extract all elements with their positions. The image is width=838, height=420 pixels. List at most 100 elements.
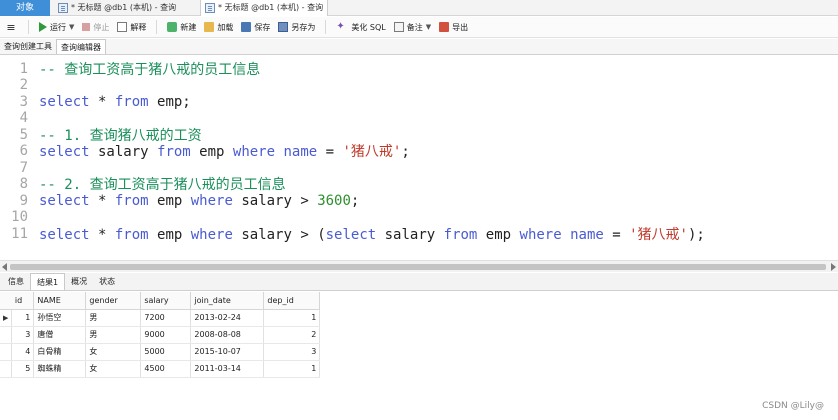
code-text: -- 查询工资高于猪八戒的员工信息 [39,59,260,79]
export-button[interactable]: 导出 [435,22,472,33]
save-button[interactable]: 保存 [237,22,274,33]
load-button[interactable]: 加载 [200,22,237,33]
cell-join-date[interactable]: 2008-08-08 [190,326,265,344]
line-number: 9 [19,192,28,209]
cell-id[interactable]: 5 [11,360,35,378]
code-text: select * from emp where salary > 3600; [39,193,359,209]
code-token: emp [148,192,191,209]
code-line[interactable]: 3 select * from emp; [0,93,838,110]
scrollbar-thumb[interactable] [10,264,826,270]
code-token: where [232,144,276,160]
beautify-sql-button[interactable]: ✦ 美化 SQL [332,22,389,33]
code-token: * [89,93,115,110]
column-header-id[interactable]: id [11,292,35,310]
cell-gender[interactable]: 男 [85,309,142,327]
scroll-left-icon[interactable] [2,263,7,271]
save-as-button[interactable]: 另存为 [274,22,319,33]
tab-status[interactable]: 状态 [93,273,121,290]
cell-join-date[interactable]: 2011-03-14 [190,360,265,378]
code-line[interactable]: 8 -- 2. 查询工资高于猪八戒的员工信息 [0,176,838,193]
tab-objects[interactable]: 对象 [0,0,50,16]
column-header-gender[interactable]: gender [85,292,142,310]
chevron-down-icon[interactable]: ▼ [69,23,74,31]
code-line[interactable]: 11 select * from emp where salary > (sele… [0,225,838,243]
code-token: from [114,93,149,110]
cell-join-date[interactable]: 2015-10-07 [190,343,265,361]
tab-query-2[interactable]: * 无标题 @db1 (本机) - 查询 [200,0,329,16]
explain-button[interactable]: 解释 [113,22,150,33]
cell-salary[interactable]: 7200 [140,309,192,327]
cell-id[interactable]: 4 [11,343,35,361]
comment-label: 备注 [406,22,423,32]
cell-dep-id[interactable]: 1 [263,309,321,327]
grid-header-row: id NAME gender salary join_date dep_id [0,292,321,310]
tab-query-1[interactable]: * 无标题 @db1 (本机) - 查询 [54,0,180,16]
query-toolbar: ≡ 运行 ▼ 停止 解释 新建 加载 保存 另存为 ✦ 美化 SQL 备注 ▼ … [0,17,838,38]
sql-editor[interactable]: 1 -- 查询工资高于猪八戒的员工信息 2 3 select * from emp; 4 5… [0,56,838,260]
cell-id[interactable]: 3 [11,326,35,344]
cell-id[interactable]: 1 [11,309,35,327]
cell-dep-id[interactable]: 3 [263,343,321,361]
chevron-down-icon[interactable]: ▼ [426,23,431,31]
save-as-label: 另存为 [291,22,316,32]
code-line[interactable]: 6 select salary from emp where name = '猪八… [0,143,838,160]
cell-salary[interactable]: 9000 [140,326,192,344]
column-header-name[interactable]: NAME [33,292,87,310]
toolbar-divider [28,20,29,34]
tab-query-builder[interactable]: 查询创建工具 [0,39,56,54]
code-token: = [603,226,630,243]
row-indicator [0,343,13,361]
tab-query-editor[interactable]: 查询编辑器 [56,39,106,54]
cell-name[interactable]: 唐僧 [33,326,87,344]
row-indicator [0,360,13,378]
code-line[interactable]: 9 select * from emp where salary > 3600; [0,192,838,209]
table-row[interactable]: ▶ 1 孙悟空 男 7200 2013-02-24 1 [0,309,321,327]
cell-salary[interactable]: 4500 [140,360,192,378]
comment-icon [393,22,404,32]
table-row[interactable]: 4 白骨精 女 5000 2015-10-07 3 [0,343,321,361]
result-grid: id NAME gender salary join_date dep_id ▶… [0,292,838,420]
code-token: where [190,192,233,209]
run-button[interactable]: 运行 ▼ [35,22,78,33]
cell-join-date[interactable]: 2013-02-24 [190,309,265,327]
result-tabs: 信息 结果1 概况 状态 [0,273,838,291]
cell-dep-id[interactable]: 1 [263,360,321,378]
tab-overview[interactable]: 概况 [65,273,93,290]
cell-salary[interactable]: 5000 [140,343,192,361]
column-header-salary[interactable]: salary [140,292,192,310]
code-token: 3600 [317,192,351,209]
magic-wand-icon: ✦ [336,21,345,32]
tab-info[interactable]: 信息 [2,273,30,290]
editor-horizontal-scrollbar[interactable] [0,260,838,272]
code-token: salary > ( [232,226,326,243]
code-token: select [39,144,90,160]
stop-button[interactable]: 停止 [78,22,113,33]
cell-name[interactable]: 白骨精 [33,343,87,361]
cell-dep-id[interactable]: 2 [263,326,321,344]
stop-icon [82,23,91,31]
code-line[interactable]: 1 -- 查询工资高于猪八戒的员工信息 [0,59,838,79]
code-token: from [443,226,478,243]
cell-name[interactable]: 蜘蛛精 [33,360,87,378]
new-button[interactable]: 新建 [163,22,200,33]
table-row[interactable]: 3 唐僧 男 9000 2008-08-08 2 [0,326,321,344]
code-token: -- 2. 查询工资高于猪八戒的员工信息 [39,177,286,193]
code-token: salary [376,226,444,243]
tab-result-1[interactable]: 结果1 [30,273,66,290]
query-document-icon [205,3,215,13]
cell-gender[interactable]: 女 [85,343,142,361]
cell-gender[interactable]: 男 [85,326,142,344]
table-row[interactable]: 5 蜘蛛精 女 4500 2011-03-14 1 [0,360,321,378]
code-token: select [39,192,90,209]
menu-icon[interactable]: ≡ [0,21,22,34]
cell-name[interactable]: 孙悟空 [33,309,87,327]
code-token: salary > [232,192,318,209]
code-line[interactable]: 2 [0,77,838,94]
column-header-join-date[interactable]: join_date [190,292,265,310]
comment-button[interactable]: 备注 ▼ [390,22,435,33]
scroll-right-icon[interactable] [831,263,836,271]
toolbar-divider [325,20,327,34]
tab-query-1-label: * 无标题 @db1 (本机) - 查询 [71,3,177,12]
column-header-dep-id[interactable]: dep_id [263,292,321,310]
cell-gender[interactable]: 女 [85,360,142,378]
